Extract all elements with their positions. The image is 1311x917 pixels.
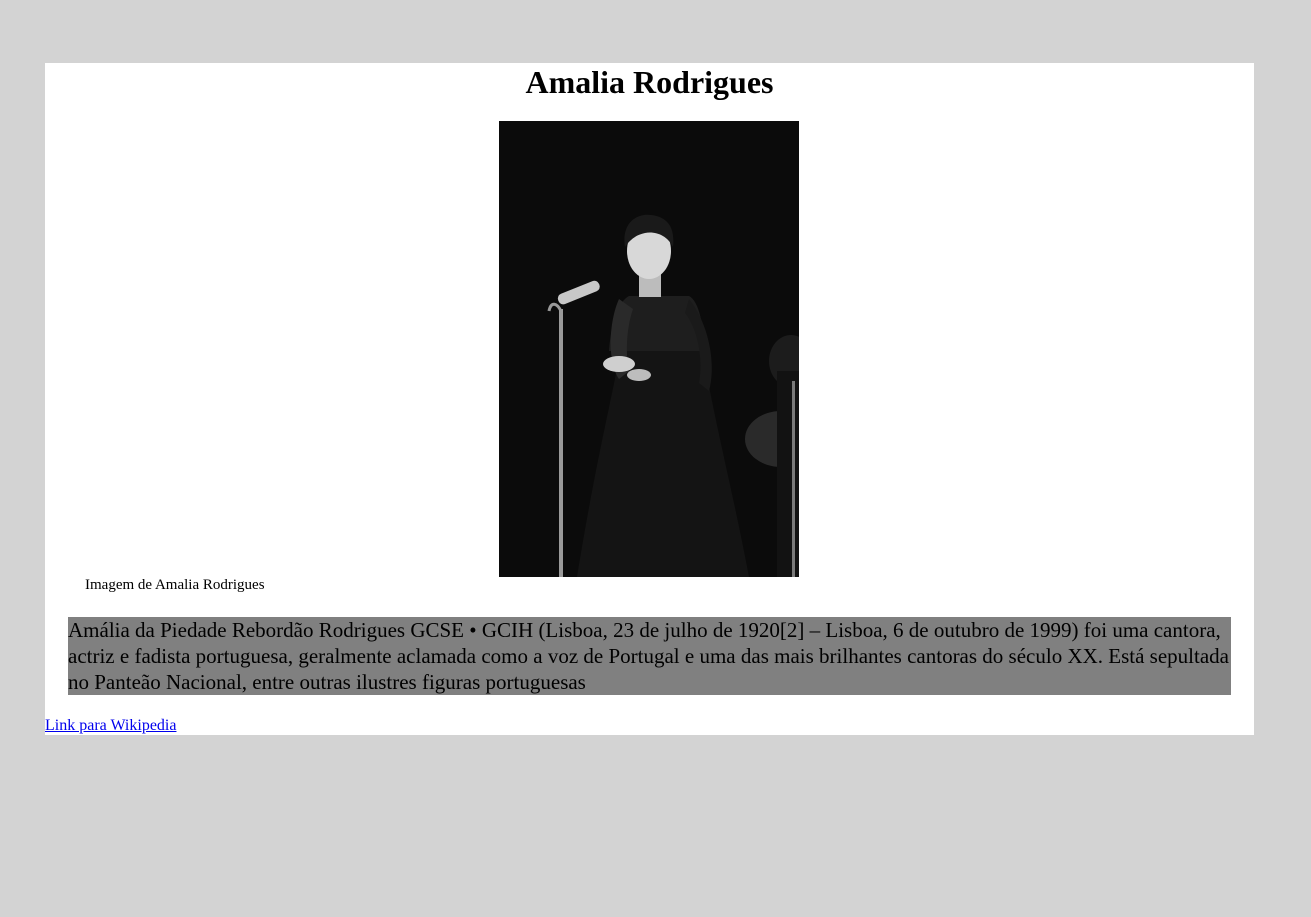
content-panel: Amalia Rodrigues Imagem de Amalia Rodrig…	[45, 63, 1254, 735]
singer-photo	[499, 121, 799, 577]
biography-text: Amália da Piedade Rebordão Rodrigues GCS…	[68, 617, 1231, 695]
photo-caption: Imagem de Amalia Rodrigues	[85, 577, 265, 593]
page-title: Amalia Rodrigues	[525, 64, 774, 100]
wikipedia-link[interactable]: Link para Wikipedia	[45, 717, 176, 735]
